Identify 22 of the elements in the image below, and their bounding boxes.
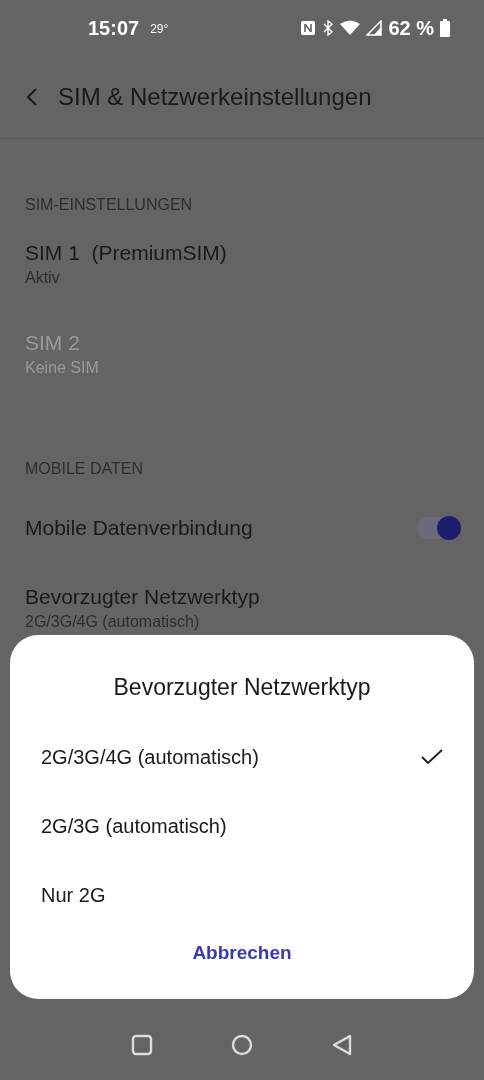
toggle-switch[interactable] [417, 517, 459, 539]
setting-title: Mobile Datenverbindung [25, 515, 253, 542]
recents-icon[interactable] [131, 1034, 153, 1056]
option-row[interactable]: Nur 2G [10, 860, 474, 929]
home-icon[interactable] [231, 1034, 253, 1056]
option-label: Nur 2G [41, 882, 106, 908]
clock-time: 15:07 [88, 15, 140, 41]
battery-percentage: 62 % [388, 15, 434, 41]
wifi-icon [340, 20, 361, 35]
nfc-icon [300, 19, 317, 36]
signal-icon [366, 19, 383, 36]
dialog-title: Bevorzugter Netzwerktyp [112, 673, 372, 700]
battery-icon [440, 18, 450, 37]
back-icon[interactable] [26, 86, 38, 107]
option-label: 2G/3G/4G (automatisch) [41, 744, 259, 770]
option-label: 2G/3G (automatisch) [41, 813, 227, 839]
bluetooth-icon [322, 19, 335, 36]
option-row[interactable]: 2G/3G/4G (automatisch) [10, 722, 474, 791]
temperature: 29° [150, 20, 169, 38]
cancel-button[interactable]: Abbrechen [184, 935, 300, 972]
screen-title: SIM & Netzwerkeinstellungen [58, 81, 372, 112]
option-row[interactable]: 2G/3G (automatisch) [10, 791, 474, 860]
